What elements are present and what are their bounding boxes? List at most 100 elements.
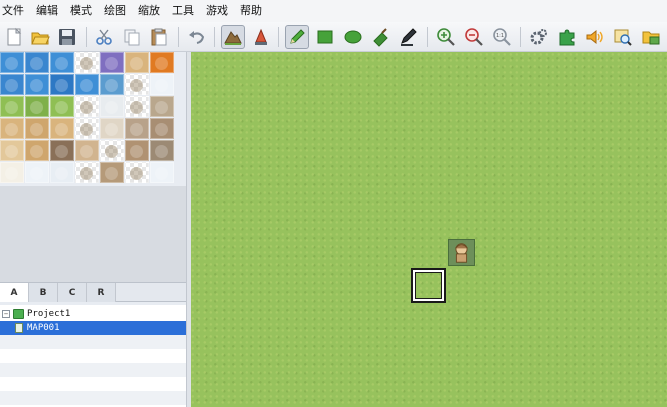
- tile-swatch[interactable]: [150, 140, 174, 161]
- menu-item[interactable]: 模式: [64, 0, 98, 22]
- tile-swatch[interactable]: [150, 96, 174, 117]
- tile-swatch[interactable]: [75, 118, 99, 139]
- tab-c[interactable]: C: [58, 283, 87, 302]
- tile-swatch[interactable]: [125, 162, 149, 183]
- map-icon: [15, 323, 23, 333]
- database-icon[interactable]: [527, 25, 551, 49]
- tile-swatch[interactable]: [75, 52, 99, 73]
- tile-swatch[interactable]: [75, 140, 99, 161]
- zoom-in-icon[interactable]: [434, 25, 458, 49]
- tile-swatch[interactable]: [125, 96, 149, 117]
- tile-graphic: [30, 79, 43, 92]
- tile-swatch[interactable]: [0, 118, 24, 139]
- tile-swatch[interactable]: [25, 162, 49, 183]
- tab-a[interactable]: A: [0, 283, 29, 302]
- tile-swatch[interactable]: [150, 74, 174, 95]
- tileset-palette[interactable]: [0, 52, 174, 186]
- ellipse-icon[interactable]: [341, 25, 365, 49]
- tile-swatch[interactable]: [50, 74, 74, 95]
- tile-swatch[interactable]: [150, 52, 174, 73]
- tile-graphic: [30, 145, 43, 158]
- tile-swatch[interactable]: [50, 162, 74, 183]
- event-mode-icon[interactable]: [249, 25, 273, 49]
- tile-graphic: [155, 57, 168, 70]
- tile-swatch[interactable]: [0, 52, 24, 73]
- tree-project-row[interactable]: − Project1: [0, 307, 186, 321]
- menu-item[interactable]: 缩放: [132, 0, 166, 22]
- tile-swatch[interactable]: [100, 162, 124, 183]
- tile-swatch[interactable]: [75, 96, 99, 117]
- tile-graphic: [30, 57, 43, 70]
- tile-swatch[interactable]: [50, 96, 74, 117]
- menu-item[interactable]: 游戏: [200, 0, 234, 22]
- tile-swatch[interactable]: [25, 96, 49, 117]
- paste-icon[interactable]: [147, 25, 171, 49]
- tile-swatch[interactable]: [125, 140, 149, 161]
- copy-icon[interactable]: [120, 25, 144, 49]
- map-canvas[interactable]: [191, 52, 667, 407]
- tile-swatch[interactable]: [100, 52, 124, 73]
- pencil-icon[interactable]: [285, 25, 309, 49]
- tile-swatch[interactable]: [100, 140, 124, 161]
- tile-swatch[interactable]: [25, 52, 49, 73]
- tree-map-row[interactable]: MAP001: [0, 321, 186, 335]
- character-event-icon[interactable]: [448, 239, 475, 266]
- tile-swatch[interactable]: [100, 74, 124, 95]
- new-project-icon[interactable]: [2, 25, 26, 49]
- tile-swatch[interactable]: [0, 96, 24, 117]
- tile-graphic: [5, 167, 18, 180]
- cut-icon[interactable]: [92, 25, 116, 49]
- rectangle-icon[interactable]: [313, 25, 337, 49]
- tileset-tabs: A B C R: [0, 282, 186, 302]
- menu-item[interactable]: 文件: [0, 0, 30, 22]
- open-project-icon[interactable]: [28, 25, 52, 49]
- collapse-icon[interactable]: −: [2, 310, 10, 318]
- tile-swatch[interactable]: [50, 52, 74, 73]
- tile-swatch[interactable]: [75, 74, 99, 95]
- tile-swatch[interactable]: [125, 118, 149, 139]
- tree-empty-row: [0, 391, 186, 405]
- shadow-pen-icon[interactable]: [397, 25, 421, 49]
- sound-test-icon[interactable]: [583, 25, 607, 49]
- tile-swatch[interactable]: [0, 162, 24, 183]
- tile-swatch[interactable]: [125, 52, 149, 73]
- tile-graphic: [155, 101, 168, 114]
- tile-graphic: [105, 57, 118, 70]
- flood-fill-icon[interactable]: [369, 25, 393, 49]
- tile-swatch[interactable]: [100, 96, 124, 117]
- tab-r[interactable]: R: [87, 283, 116, 302]
- zoom-out-icon[interactable]: [462, 25, 486, 49]
- tile-swatch[interactable]: [50, 140, 74, 161]
- tile-swatch[interactable]: [25, 118, 49, 139]
- tab-b[interactable]: B: [29, 283, 58, 302]
- tile-swatch[interactable]: [25, 140, 49, 161]
- menu-item[interactable]: 帮助: [234, 0, 268, 22]
- tile-swatch[interactable]: [0, 74, 24, 95]
- menu-item[interactable]: 编辑: [30, 0, 64, 22]
- tile-graphic: [105, 101, 118, 114]
- tile-swatch[interactable]: [0, 140, 24, 161]
- map-mode-icon[interactable]: [221, 25, 245, 49]
- tile-graphic: [130, 101, 143, 114]
- tile-swatch[interactable]: [150, 162, 174, 183]
- tile-swatch[interactable]: [100, 118, 124, 139]
- menu-item[interactable]: 绘图: [98, 0, 132, 22]
- tile-swatch[interactable]: [125, 74, 149, 95]
- tile-swatch[interactable]: [25, 74, 49, 95]
- menu-item[interactable]: 工具: [166, 0, 200, 22]
- tile-swatch[interactable]: [50, 118, 74, 139]
- tileset-palette-background: [0, 186, 186, 282]
- tile-graphic: [80, 101, 93, 114]
- tile-graphic: [130, 123, 143, 136]
- project-label: Project1: [27, 309, 71, 319]
- zoom-actual-icon[interactable]: 1:1: [490, 25, 514, 49]
- tile-graphic: [55, 79, 68, 92]
- save-project-icon[interactable]: [55, 25, 79, 49]
- tile-swatch[interactable]: [150, 118, 174, 139]
- plugin-manager-icon[interactable]: [555, 25, 579, 49]
- event-search-icon[interactable]: [611, 25, 635, 49]
- undo-icon[interactable]: [185, 25, 209, 49]
- resource-manager-icon[interactable]: [639, 25, 663, 49]
- tile-graphic: [130, 145, 143, 158]
- tile-swatch[interactable]: [75, 162, 99, 183]
